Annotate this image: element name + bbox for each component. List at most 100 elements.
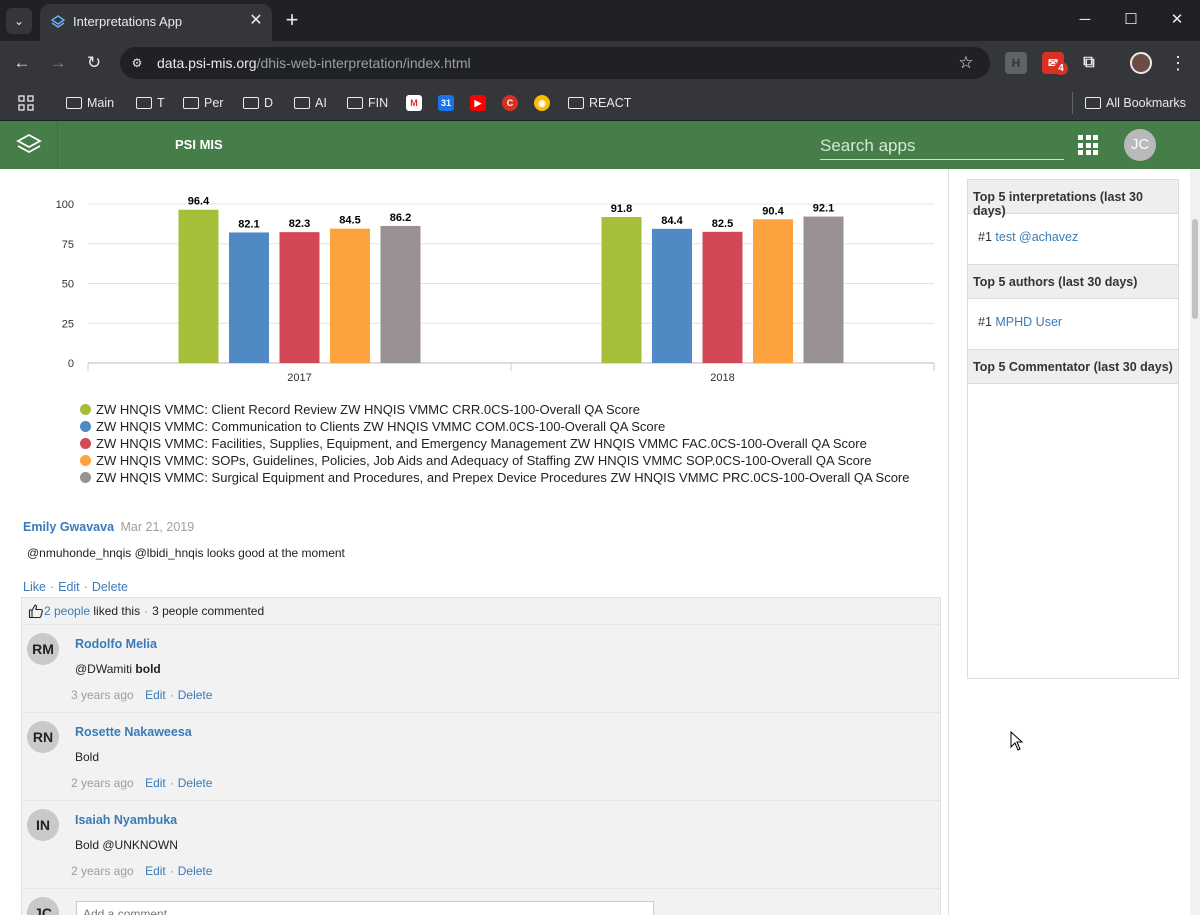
browser-menu-icon[interactable]: ⋮ xyxy=(1168,51,1188,75)
comment-edit-link[interactable]: Edit xyxy=(145,776,166,790)
interpretation-date: Mar 21, 2019 xyxy=(120,520,195,534)
calendar-icon[interactable]: 31 xyxy=(438,92,454,114)
search-apps-input[interactable] xyxy=(820,132,1064,160)
tab-close-icon[interactable]: ✕ xyxy=(246,11,266,31)
bookmark-per[interactable]: Per xyxy=(183,92,223,114)
chrome-app-icon[interactable]: ◉ xyxy=(534,92,550,114)
folder-icon xyxy=(568,97,584,109)
comment-author[interactable]: Rosette Nakaweesa xyxy=(75,725,192,739)
dhis-logo-icon[interactable] xyxy=(0,121,58,169)
legend-label: ZW HNQIS VMMC: Communication to Clients … xyxy=(96,419,666,434)
add-comment-input[interactable] xyxy=(76,901,654,915)
reload-icon[interactable]: ↻ xyxy=(82,51,106,75)
bookmark-t[interactable]: T xyxy=(136,92,165,114)
address-bar[interactable]: ⚙ data.psi-mis.org/dhis-web-interpretati… xyxy=(120,47,990,79)
legend-color-dot xyxy=(80,404,91,415)
scrollbar-thumb[interactable] xyxy=(1192,219,1198,319)
legend-color-dot xyxy=(80,455,91,466)
back-arrow-icon[interactable]: ← xyxy=(10,51,34,75)
bookmark-fin[interactable]: FIN xyxy=(347,92,388,114)
chart-x-tick-label: 2018 xyxy=(710,372,734,384)
bookmarks-bar: Main T Per D AI FIN M 31 ▶ C ◉ REACT All… xyxy=(0,85,1200,121)
all-bookmarks[interactable]: All Bookmarks xyxy=(1072,92,1186,114)
chart-bar xyxy=(803,216,844,363)
site-info-icon[interactable]: ⚙ xyxy=(128,54,146,72)
delete-link[interactable]: Delete xyxy=(92,580,128,594)
bookmark-star-icon[interactable]: ☆ xyxy=(955,52,977,74)
edit-link[interactable]: Edit xyxy=(58,580,80,594)
comment-delete-link[interactable]: Delete xyxy=(178,688,213,702)
comment-author[interactable]: Isaiah Nyambuka xyxy=(75,813,177,827)
comment-avatar: IN xyxy=(27,809,59,841)
chart-data-label: 92.1 xyxy=(813,203,834,215)
legend-color-dot xyxy=(80,438,91,449)
comment-edit-link[interactable]: Edit xyxy=(145,864,166,878)
c-app-icon[interactable]: C xyxy=(502,92,518,114)
url-host: data.psi-mis.org xyxy=(157,55,257,71)
legend-label: ZW HNQIS VMMC: SOPs, Guidelines, Policie… xyxy=(96,453,872,468)
likers-link[interactable]: 2 people xyxy=(44,604,90,618)
new-comment-row: JC xyxy=(22,888,940,915)
interpretation-chart: 0 25 50 75 100 96.4 82.1 82.3 84.5 86.2 91.8 84.4 8… xyxy=(56,196,935,384)
chart-legend-item[interactable]: ZW HNQIS VMMC: Surgical Equipment and Pr… xyxy=(80,469,940,486)
chart-legend-item[interactable]: ZW HNQIS VMMC: SOPs, Guidelines, Policie… xyxy=(80,452,940,469)
page-scrollbar[interactable] xyxy=(1190,169,1200,915)
likes-suffix: liked this xyxy=(93,604,141,618)
bookmark-react[interactable]: REACT xyxy=(568,92,631,114)
chart-data-label: 82.5 xyxy=(712,218,733,230)
bookmark-d[interactable]: D xyxy=(243,92,273,114)
chart-y-tick-label: 50 xyxy=(62,279,74,291)
folder-icon xyxy=(347,97,363,109)
apps-grid-icon[interactable] xyxy=(18,92,34,114)
browser-profile-avatar[interactable] xyxy=(1130,52,1152,74)
comment-meta: 2 years ago Edit · Delete xyxy=(71,864,213,878)
url-text[interactable]: data.psi-mis.org/dhis-web-interpretation… xyxy=(157,55,471,71)
extensions-puzzle-icon[interactable]: ⧉ xyxy=(1078,52,1100,74)
chart-legend-item[interactable]: ZW HNQIS VMMC: Communication to Clients … xyxy=(80,418,940,435)
extension-h-icon[interactable]: H xyxy=(1005,52,1027,74)
comment-edit-link[interactable]: Edit xyxy=(145,688,166,702)
comment-author[interactable]: Rodolfo Melia xyxy=(75,637,157,651)
extension-badge: 4 xyxy=(1054,62,1068,75)
comment-avatar: RN xyxy=(27,721,59,753)
column-divider xyxy=(948,169,949,915)
comment-delete-link[interactable]: Delete xyxy=(178,864,213,878)
tab-title: Interpretations App xyxy=(73,14,183,29)
chart-y-axis: 0 25 50 75 100 xyxy=(56,199,74,370)
top-stats-sidebar: Top 5 interpretations (last 30 days) #1 … xyxy=(967,179,1179,679)
chart-bar xyxy=(229,232,269,363)
folder-icon xyxy=(183,97,199,109)
chart-legend-item[interactable]: ZW HNQIS VMMC: Client Record Review ZW H… xyxy=(80,401,940,418)
forward-arrow-icon[interactable]: → xyxy=(46,51,70,75)
browser-tabstrip: ⌄ Interpretations App ✕ + ─ ☐ ✕ xyxy=(0,0,1200,41)
minimize-icon[interactable]: ─ xyxy=(1070,8,1100,32)
comment-delete-link[interactable]: Delete xyxy=(178,776,213,790)
extension-mail-icon[interactable]: ✉ 4 xyxy=(1042,52,1068,75)
interpretation-text: @nmuhonde_hnqis @lbidi_hnqis looks good … xyxy=(27,546,345,560)
top-author-link[interactable]: MPHD User xyxy=(995,315,1062,329)
tab-search-chevron-icon[interactable]: ⌄ xyxy=(6,8,32,34)
gmail-icon[interactable]: M xyxy=(406,92,422,114)
comment-time: 2 years ago xyxy=(71,864,134,878)
like-link[interactable]: Like xyxy=(23,580,46,594)
youtube-icon[interactable]: ▶ xyxy=(470,92,486,114)
top-interpretation-link[interactable]: test @achavez xyxy=(995,230,1078,244)
interpretation-author[interactable]: Emily Gwavava xyxy=(23,520,114,534)
comment-text: @DWamiti bold xyxy=(75,662,161,676)
apps-menu-icon[interactable] xyxy=(1078,135,1098,155)
maximize-icon[interactable]: ☐ xyxy=(1116,8,1146,32)
chart-legend-item[interactable]: ZW HNQIS VMMC: Facilities, Supplies, Equ… xyxy=(80,435,940,452)
new-tab-plus-icon[interactable]: + xyxy=(282,8,302,32)
chart-data-labels: 96.4 82.1 82.3 84.5 86.2 91.8 84.4 82.5 90.4 92.1 xyxy=(188,196,834,231)
comment-item: IN Isaiah Nyambuka Bold @UNKNOWN 2 years… xyxy=(22,800,940,888)
browser-tab-active[interactable]: Interpretations App ✕ xyxy=(40,4,272,41)
user-avatar[interactable]: JC xyxy=(1124,129,1156,161)
legend-label: ZW HNQIS VMMC: Surgical Equipment and Pr… xyxy=(96,470,910,485)
chart-bar xyxy=(380,225,421,363)
url-path: /dhis-web-interpretation/index.html xyxy=(256,55,471,71)
chart-y-tick-label: 100 xyxy=(56,199,74,211)
bookmark-main[interactable]: Main xyxy=(66,92,114,114)
window-close-icon[interactable]: ✕ xyxy=(1162,8,1192,32)
bookmark-ai[interactable]: AI xyxy=(294,92,327,114)
legend-color-dot xyxy=(80,421,91,432)
